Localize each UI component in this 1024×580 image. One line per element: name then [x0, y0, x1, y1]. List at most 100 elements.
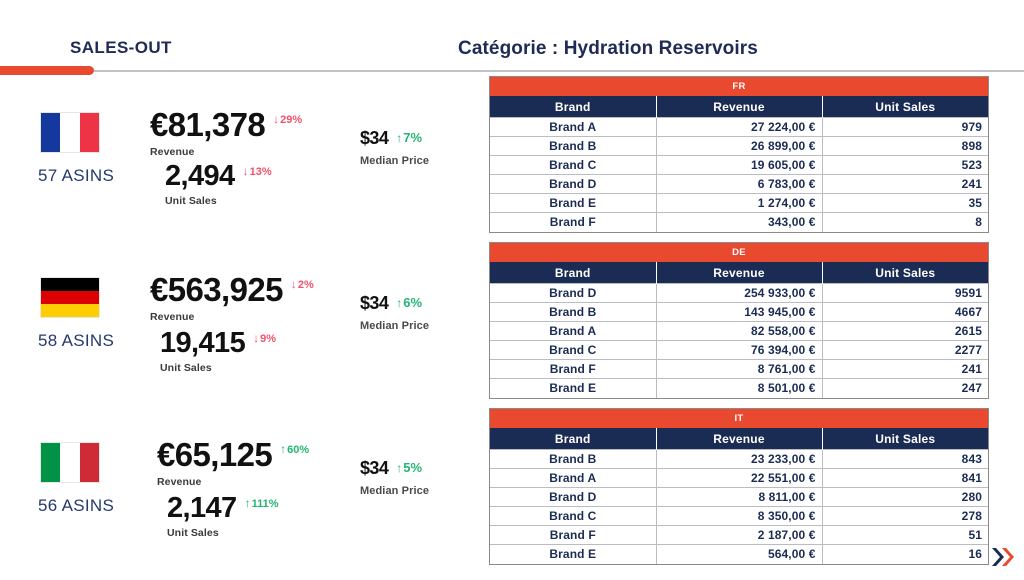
metric-revenue-value-fr: €81,378 — [150, 106, 266, 143]
metric-price-value-fr: $34 — [360, 128, 389, 148]
cell-revenue: 8 350,00 € — [656, 506, 823, 526]
metric-revenue-label-fr: Revenue — [150, 146, 195, 158]
kpi-block-de: 58 ASINS €563,925 ↓2% Revenue 19,415 ↓9% U… — [0, 265, 470, 415]
metric-revenue-it: €65,125 ↑60% Revenue — [157, 436, 309, 488]
cell-units: 241 — [822, 174, 988, 194]
metric-units-delta-value-it: 111% — [251, 497, 279, 510]
metric-price-delta-it: ↑5% — [396, 460, 422, 475]
metric-price-delta-de: ↑6% — [396, 295, 422, 310]
metric-units-value-de: 19,415 — [160, 327, 246, 359]
double-chevron-icon — [992, 548, 1014, 566]
brand-table-it: IT Brand Revenue Unit Sales Brand B 23 23… — [489, 408, 989, 565]
arrow-up-icon: ↑ — [244, 495, 251, 510]
cell-brand: Brand C — [490, 340, 657, 360]
table-row: Brand A 22 551,00 €841 — [490, 468, 988, 488]
cell-revenue: 343,00 € — [656, 212, 823, 232]
arrow-down-icon: ↓ — [253, 330, 260, 345]
metric-price-label-de: Median Price — [360, 320, 430, 332]
metric-revenue-delta-value-fr: 29% — [280, 114, 303, 126]
italy-flag — [40, 442, 100, 483]
metric-revenue-delta-value-it: 60% — [287, 444, 310, 456]
col-header-unit-sales: Unit Sales — [822, 428, 988, 450]
cell-brand: Brand D — [490, 487, 657, 507]
kpi-block-fr: 57 ASINS €81,378 ↓29% Revenue 2,494 ↓13% U… — [0, 100, 470, 250]
cell-revenue: 23 233,00 € — [656, 449, 823, 469]
cell-units: 2615 — [822, 321, 988, 341]
cell-revenue: 19 605,00 € — [656, 155, 823, 175]
table-row: Brand C 19 605,00 €523 — [490, 155, 988, 175]
metric-revenue-label-it: Revenue — [157, 476, 202, 488]
table-row: Brand F2 187,00 €51 — [490, 525, 988, 545]
header-divider — [0, 70, 1024, 72]
cell-units: 8 — [822, 212, 988, 232]
table-row: Brand D8 811,00 €280 — [490, 487, 988, 507]
brand-table-fr: FR Brand Revenue Unit Sales Brand A 27 22… — [489, 76, 989, 233]
metric-units-value-fr: 2,494 — [165, 160, 235, 192]
col-header-revenue: Revenue — [656, 262, 823, 284]
table-row: Brand B 143 945,00 €4667 — [490, 302, 988, 322]
cell-revenue: 564,00 € — [656, 544, 823, 564]
arrow-down-icon: ↓ — [242, 163, 249, 178]
double-chevron-logo — [991, 546, 1017, 568]
cell-brand: Brand A — [490, 468, 657, 488]
col-header-brand: Brand — [490, 262, 657, 284]
col-header-revenue: Revenue — [656, 96, 823, 118]
cell-revenue: 76 394,00 € — [656, 340, 823, 360]
table-row: Brand F 343,00 €8 — [490, 212, 988, 232]
cell-units: 2277 — [822, 340, 988, 360]
cell-units: 241 — [822, 359, 988, 379]
metric-price-delta-value-it: 5% — [403, 460, 423, 475]
cell-units: 898 — [822, 136, 988, 156]
metric-price-label-fr: Median Price — [360, 155, 430, 167]
arrow-down-icon: ↓ — [273, 112, 280, 126]
cell-revenue: 8 811,00 € — [656, 487, 823, 507]
table-row: Brand E1 274,00 €35 — [490, 193, 988, 213]
cell-revenue: 27 224,00 € — [656, 117, 823, 137]
metric-revenue-label-de: Revenue — [150, 311, 195, 323]
metric-units-de: 19,415 ↓9% Unit Sales — [160, 327, 276, 374]
cell-revenue: 1 274,00 € — [656, 193, 823, 213]
brand-table-de: DE Brand Revenue Unit Sales Brand D 254 9… — [489, 242, 989, 399]
table-it: Brand Revenue Unit Sales Brand B 23 233,0… — [490, 428, 988, 564]
cell-brand: Brand F — [490, 212, 657, 232]
cell-units: 35 — [822, 193, 988, 213]
metric-revenue-delta-it: ↑60% — [280, 442, 309, 456]
arrow-down-icon: ↓ — [290, 277, 297, 291]
cell-units: 843 — [822, 449, 988, 469]
metric-units-delta-value-fr: 13% — [249, 165, 272, 178]
category-title: Catégorie : Hydration Reservoirs — [458, 38, 758, 59]
metric-units-delta-fr: ↓13% — [243, 164, 272, 178]
asins-count-it: 56 ASINS — [38, 496, 115, 515]
cell-units: 16 — [822, 544, 988, 564]
table-row: Brand E 564,00 €16 — [490, 544, 988, 564]
metric-price-it: $34 ↑5% Median Price — [360, 458, 429, 497]
france-flag — [40, 112, 100, 153]
table-header-row: Brand Revenue Unit Sales — [490, 96, 988, 118]
metric-revenue-delta-fr: ↓29% — [273, 112, 302, 126]
arrow-up-icon: ↑ — [396, 131, 403, 145]
metric-price-label-it: Median Price — [360, 485, 430, 497]
metric-units-label-de: Unit Sales — [160, 362, 212, 374]
cell-brand: Brand F — [490, 359, 657, 379]
cell-brand: Brand C — [490, 506, 657, 526]
table-row: Brand A 82 558,00 €2615 — [490, 321, 988, 341]
country-flag-group-it: 56 ASINS — [38, 442, 115, 516]
table-row: Brand B 26 899,00 €898 — [490, 136, 988, 156]
country-flag-group-de: 58 ASINS — [38, 277, 114, 351]
metric-revenue-fr: €81,378 ↓29% Revenue — [150, 106, 302, 158]
metric-units-value-it: 2,147 — [167, 492, 237, 524]
metric-price-value-it: $34 — [360, 458, 389, 478]
table-country-header-fr: FR — [490, 77, 988, 96]
metric-price-delta-value-de: 6% — [403, 295, 423, 310]
metric-price-delta-value-fr: 7% — [403, 130, 423, 145]
table-row: Brand C8 350,00 €278 — [490, 506, 988, 526]
cell-units: 247 — [822, 378, 988, 398]
metric-revenue-value-it: €65,125 — [157, 436, 273, 473]
metric-price-delta-fr: ↑7% — [396, 130, 422, 145]
metric-units-delta-value-de: 9% — [260, 332, 277, 345]
metric-units-fr: 2,494 ↓13% Unit Sales — [165, 160, 272, 207]
table-row: Brand E8 501,00 €247 — [490, 378, 988, 398]
cell-revenue: 8 761,00 € — [656, 359, 823, 379]
metric-revenue-value-de: €563,925 — [150, 271, 283, 308]
metric-price-de: $34 ↑6% Median Price — [360, 293, 429, 332]
